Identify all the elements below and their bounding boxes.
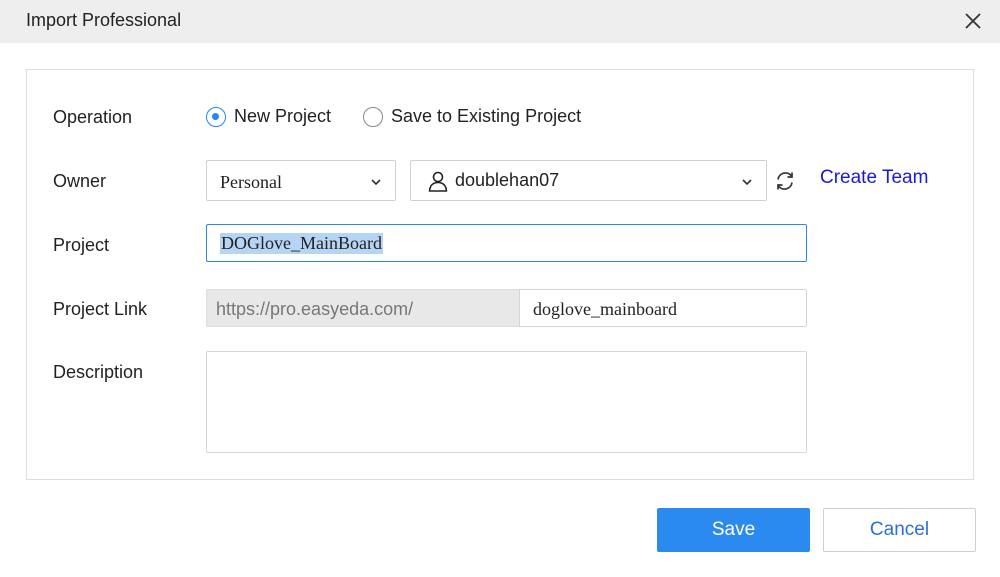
project-link-label: Project Link (53, 299, 148, 319)
create-team-link[interactable]: Create Team (820, 167, 928, 189)
close-icon[interactable] (962, 10, 984, 32)
owner-type-select[interactable]: Personal (206, 160, 396, 201)
cancel-button[interactable]: Cancel (823, 508, 976, 552)
project-name-value: DOGlove_MainBoard (220, 233, 383, 254)
radio-unchecked-icon (363, 106, 383, 127)
dialog-titlebar: Import Professional (0, 0, 1000, 43)
description-textarea[interactable] (206, 351, 807, 453)
radio-save-to-existing[interactable]: Save to Existing Project (363, 106, 581, 127)
owner-user-value: doublehan07 (455, 170, 560, 190)
project-link-value: doglove_mainboard (533, 299, 677, 319)
radio-save-existing-label: Save to Existing Project (391, 106, 582, 126)
chevron-down-icon (371, 179, 381, 186)
project-name-input[interactable]: DOGlove_MainBoard (206, 224, 807, 262)
radio-new-project[interactable]: New Project (206, 106, 331, 127)
save-button[interactable]: Save (657, 508, 810, 552)
chevron-down-icon (742, 179, 752, 186)
project-link-prefix: https://pro.easyeda.com/ (206, 289, 520, 327)
project-link-input[interactable]: doglove_mainboard (519, 289, 807, 327)
user-icon (428, 171, 448, 192)
owner-user-select[interactable]: doublehan07 (410, 160, 767, 201)
dialog-title: Import Professional (26, 10, 182, 30)
project-link-prefix-text: https://pro.easyeda.com/ (216, 299, 414, 319)
radio-checked-icon (206, 106, 226, 127)
owner-label: Owner (53, 171, 107, 191)
radio-new-project-label: New Project (234, 106, 332, 126)
project-label: Project (53, 235, 110, 255)
owner-type-value: Personal (220, 172, 282, 192)
description-label: Description (53, 362, 144, 382)
operation-label: Operation (53, 107, 133, 127)
refresh-icon[interactable] (773, 169, 797, 193)
